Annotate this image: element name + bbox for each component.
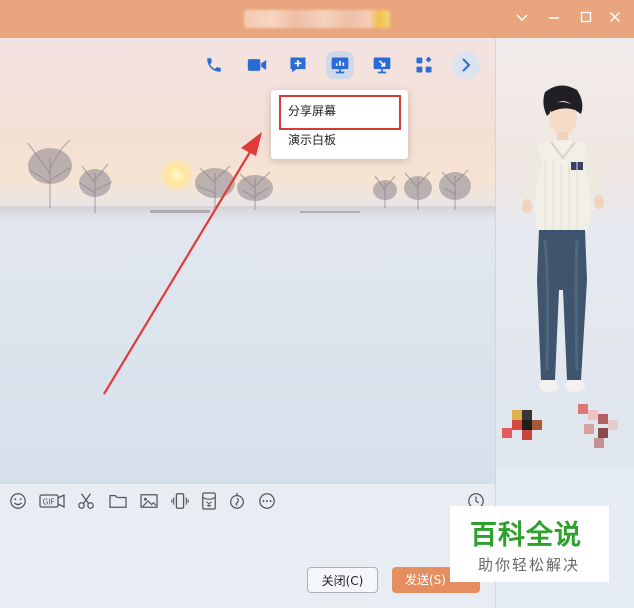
gif-button[interactable]: GIF [39,491,65,511]
more-options-button[interactable] [257,491,277,511]
voice-icon [230,492,244,509]
add-chat-button[interactable] [284,51,312,79]
pixelated-sticker [502,404,618,448]
file-button[interactable] [108,491,128,511]
more-tools-button[interactable] [452,51,480,79]
menu-item-whiteboard[interactable]: 演示白板 [288,132,336,148]
remote-desktop-button[interactable] [368,51,396,79]
voice-button[interactable] [227,491,247,511]
minimize-button[interactable] [545,10,563,28]
chevron-right-icon [462,58,471,72]
video-call-icon [247,59,267,71]
chat-background [0,38,495,483]
more-icon [259,493,275,509]
image-button[interactable] [139,491,159,511]
folder-icon [109,495,127,508]
collapse-button[interactable] [513,10,531,28]
chevron-down-icon [516,14,528,21]
apps-button[interactable] [410,51,438,79]
apps-icon [416,56,432,73]
add-chat-icon [290,57,306,73]
chat-window: 分享屏幕 演示白板 GIF 关闭(C) 发送(S) 百科全说 助你轻松解决 [0,0,634,608]
annotation-highlight-box [279,95,401,130]
phone-call-button[interactable] [200,51,228,79]
trees-decoration [27,139,471,213]
title-bar[interactable] [0,0,634,38]
emoji-icon [10,493,26,509]
screen-share-button[interactable] [326,51,354,79]
close-window-button[interactable] [606,10,624,28]
user-avatar-figure [522,85,604,392]
close-chat-button[interactable]: 关闭(C) [307,567,378,593]
red-packet-button[interactable] [199,491,219,511]
maximize-icon [580,11,592,23]
gif-icon: GIF [39,493,65,509]
shake-window-button[interactable] [170,491,190,511]
remote-desktop-icon [373,57,391,74]
svg-text:GIF: GIF [43,498,55,507]
video-call-button[interactable] [243,51,271,79]
image-icon [140,494,158,508]
maximize-button[interactable] [577,10,595,28]
watermark-subtitle: 助你轻松解决 [478,556,581,574]
minimize-icon [549,17,559,19]
red-packet-icon [202,492,216,510]
phone-icon [207,58,221,72]
watermark-title: 百科全说 [470,520,582,551]
scissors-icon [78,493,94,509]
screen-share-icon [331,57,349,74]
emoji-button[interactable] [8,491,28,511]
screenshot-button[interactable] [76,491,96,511]
blurred-contact-name [244,10,390,28]
watermark-logo: 百科全说 助你轻松解决 [450,506,609,582]
shake-icon [171,493,189,509]
close-icon [610,12,620,22]
